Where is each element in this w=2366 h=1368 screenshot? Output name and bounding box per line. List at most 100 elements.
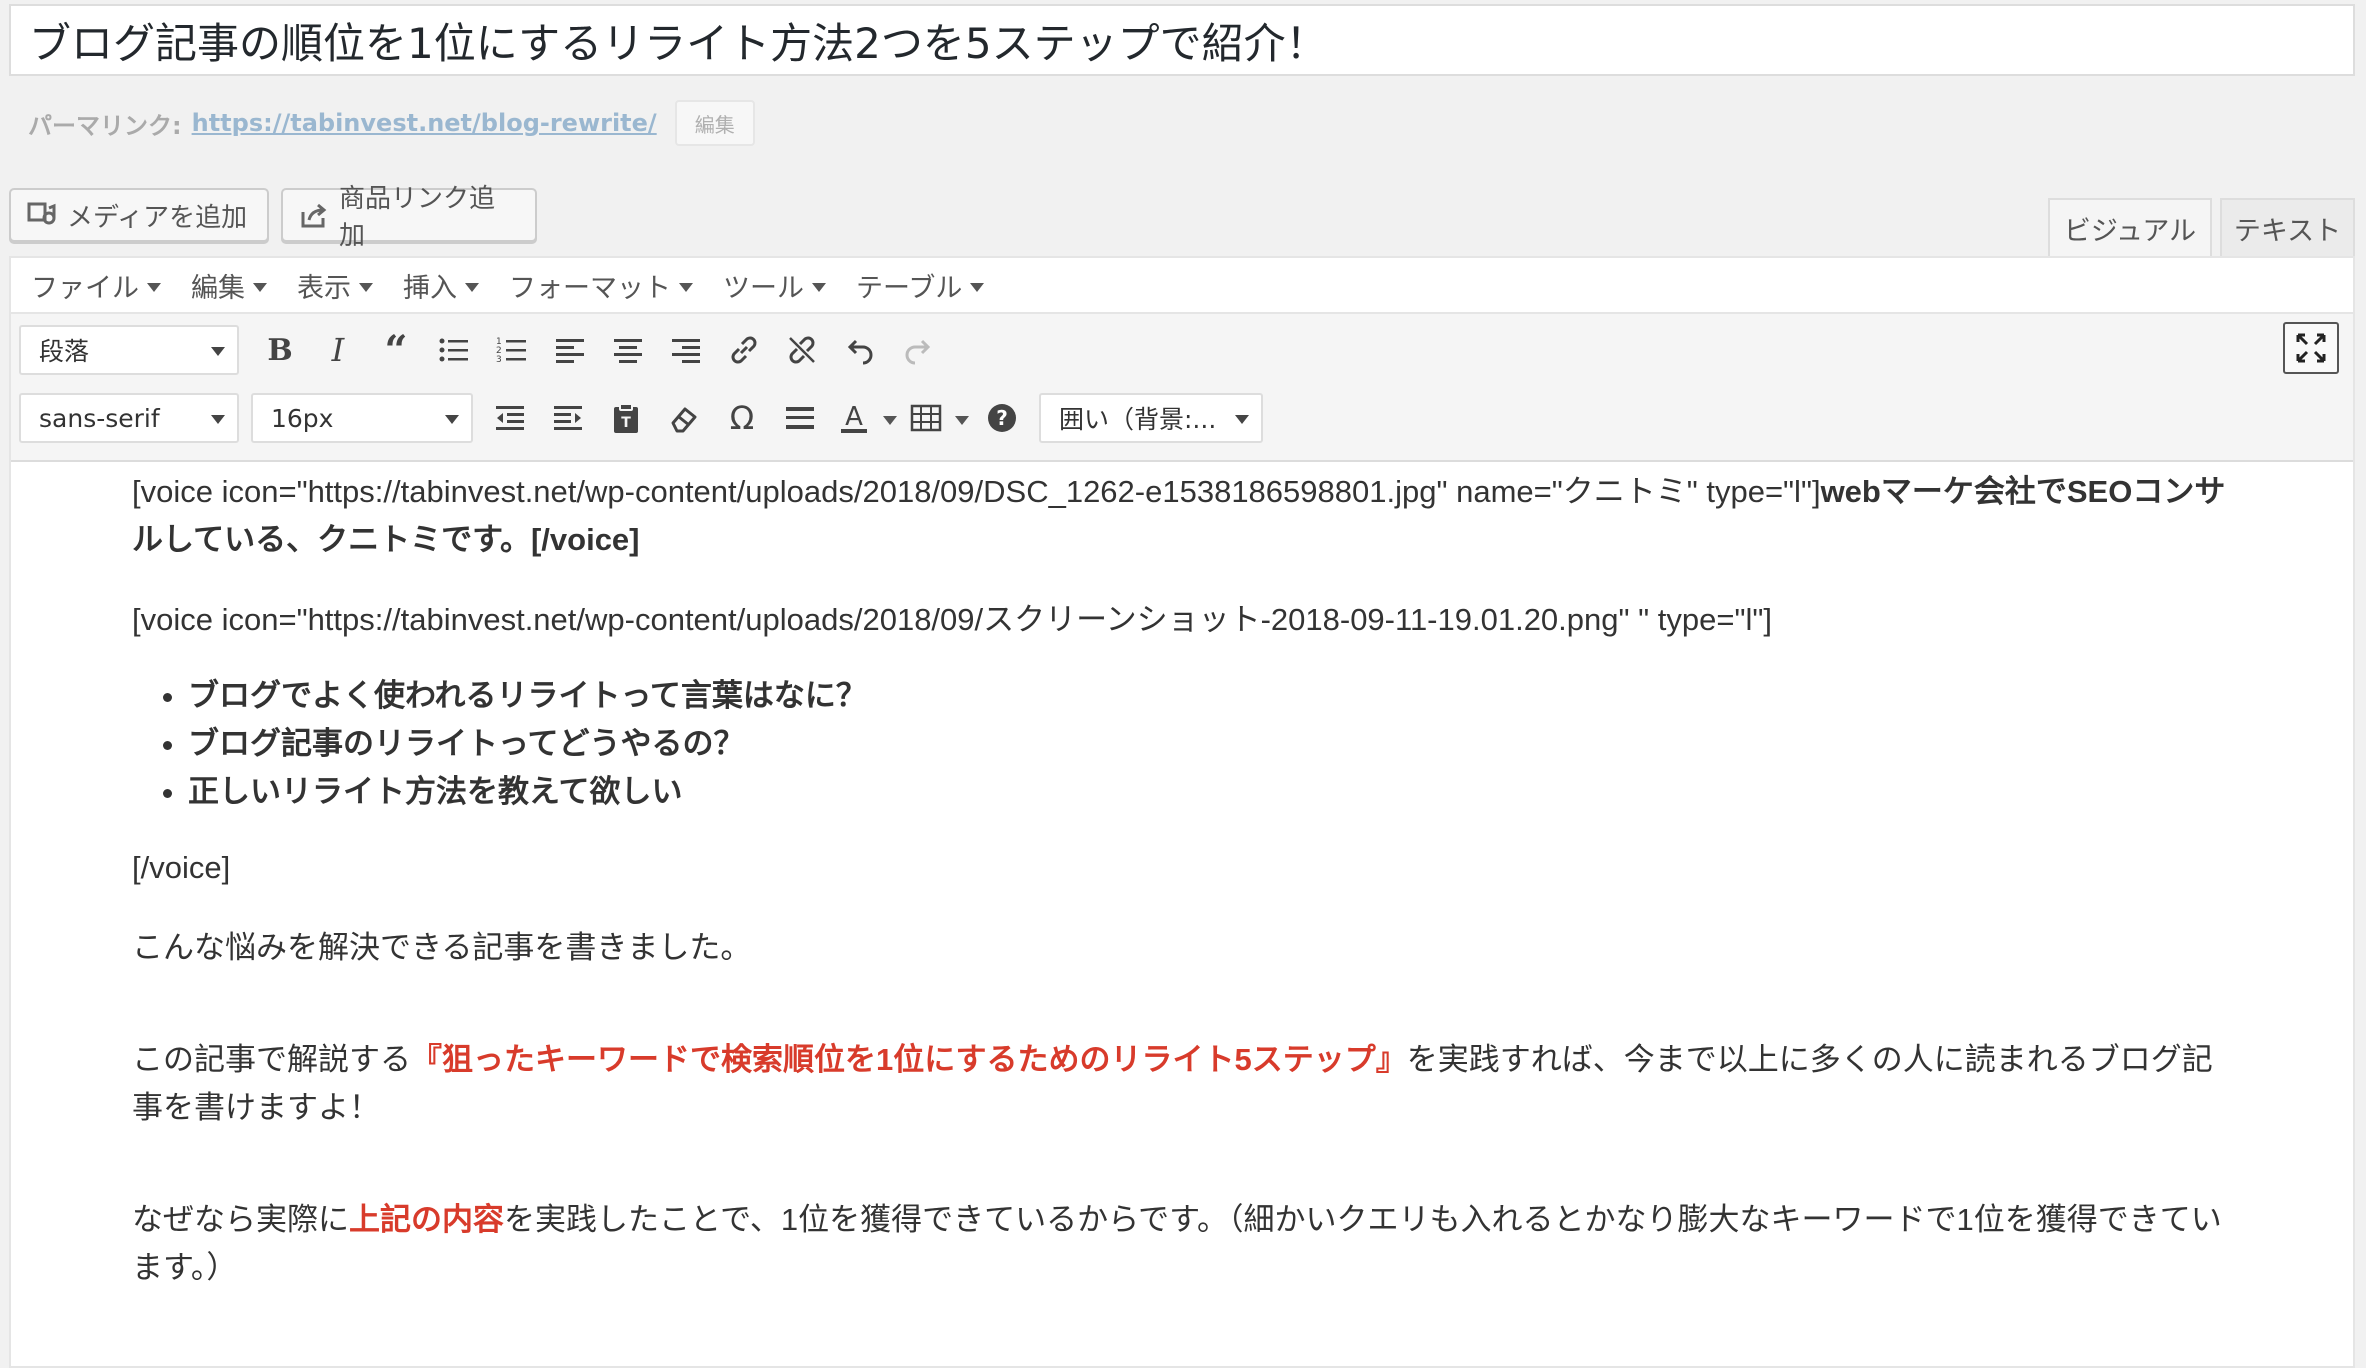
chevron-down-icon (253, 282, 267, 292)
question-list: ブログでよく使われるリライトって言葉はなに？ ブログ記事のリライトってどうやるの… (132, 672, 2242, 816)
redo-icon (905, 339, 931, 365)
paragraph-3-highlight: 上記の内容 (349, 1202, 504, 1237)
blockquote-button[interactable]: “ (367, 324, 425, 376)
add-media-button[interactable]: メディアを追加 (9, 188, 269, 242)
redo-button[interactable] (889, 324, 947, 376)
list-item: ブログでよく使われるリライトって言葉はなに？ (188, 672, 2242, 720)
tab-text-label: テキスト (2233, 215, 2342, 247)
paragraph-format-select[interactable]: 段落 (19, 325, 239, 375)
svg-text:?: ? (996, 406, 1008, 430)
paragraph-3: なぜなら実際に上記の内容を実践したことで、1位を獲得できているからです。（細かい… (132, 1196, 2242, 1292)
undo-button[interactable] (831, 324, 889, 376)
paste-text-button[interactable]: T (597, 392, 655, 444)
align-right-button[interactable] (657, 324, 715, 376)
text-color-button[interactable]: A (829, 392, 879, 444)
menu-insert[interactable]: 挿入 (403, 266, 479, 305)
table-button[interactable] (901, 392, 951, 444)
tab-text[interactable]: テキスト (2220, 198, 2355, 256)
menu-tools[interactable]: ツール (723, 266, 826, 305)
add-product-link-button[interactable]: 商品リンク追加 (281, 184, 537, 251)
permalink-edit-button[interactable]: 編集 (674, 100, 755, 146)
add-product-link-label: 商品リンク追加 (339, 184, 496, 251)
svg-text:3: 3 (496, 355, 502, 365)
media-icon (27, 202, 56, 225)
italic-button[interactable]: I (309, 324, 367, 376)
quote-icon: “ (384, 326, 408, 374)
editor-menubar: ファイル 編集 表示 挿入 フォーマット ツール テーブル (11, 258, 2353, 314)
align-center-button[interactable] (599, 324, 657, 376)
menu-view[interactable]: 表示 (297, 266, 373, 305)
outdent-icon (496, 406, 524, 430)
remove-link-button[interactable] (773, 324, 831, 376)
eraser-icon (671, 407, 697, 433)
box-style-select[interactable]: 囲い（背景:... (1039, 393, 1263, 443)
menu-format[interactable]: フォーマット (509, 266, 693, 305)
chevron-down-icon (359, 282, 373, 292)
menu-tools-label: ツール (723, 272, 804, 304)
menu-table-label: テーブル (856, 272, 963, 304)
text-color-icon: A (841, 402, 867, 433)
font-family-value: sans-serif (39, 403, 160, 433)
chevron-down-icon (812, 282, 826, 292)
clear-formatting-button[interactable] (655, 392, 713, 444)
align-left-button[interactable] (541, 324, 599, 376)
tab-visual[interactable]: ビジュアル (2048, 198, 2212, 256)
voice-close: [/voice] (132, 850, 231, 885)
insert-link-button[interactable] (715, 324, 773, 376)
chevron-down-icon (679, 282, 693, 292)
indent-icon (554, 406, 582, 430)
add-media-label: メディアを追加 (67, 202, 248, 233)
fullscreen-button[interactable] (2283, 322, 2339, 374)
fullscreen-icon (2296, 333, 2326, 363)
permalink-label: パーマリンク: (28, 111, 182, 140)
help-button[interactable]: ? (973, 392, 1031, 444)
menu-edit[interactable]: 編集 (191, 266, 267, 305)
indent-button[interactable] (539, 392, 597, 444)
menu-view-label: 表示 (297, 272, 351, 304)
font-size-select[interactable]: 16px (251, 393, 473, 443)
horizontal-line-icon (786, 407, 814, 429)
chevron-down-icon (211, 346, 225, 356)
post-title-input[interactable]: ブログ記事の順位を1位にするリライト方法2つを5ステップで紹介！ (9, 4, 2355, 76)
share-icon (301, 203, 327, 228)
editor-toolbar: 段落 B I “ 123 sans-serif 16px T Ω A ? 囲い（… (11, 314, 2353, 462)
table-icon (910, 404, 942, 432)
permalink-url[interactable]: https://tabinvest.net/blog-rewrite/ (192, 109, 657, 137)
outdent-button[interactable] (481, 392, 539, 444)
unlink-icon (789, 336, 815, 364)
clipboard-icon: T (614, 403, 638, 433)
menu-file[interactable]: ファイル (31, 266, 161, 305)
editor-frame: ファイル 編集 表示 挿入 フォーマット ツール テーブル 段落 B I “ 1… (9, 256, 2355, 1368)
horizontal-line-button[interactable] (771, 392, 829, 444)
toolbar-row-2: sans-serif 16px T Ω A ? 囲い（背景:... (19, 392, 1263, 444)
chevron-down-icon (1235, 414, 1249, 424)
voice-block-1: [voice icon="https://tabinvest.net/wp-co… (132, 468, 2242, 564)
special-character-button[interactable]: Ω (713, 392, 771, 444)
bullet-list-button[interactable] (425, 324, 483, 376)
menu-table[interactable]: テーブル (856, 266, 985, 305)
editor-content[interactable]: [voice icon="https://tabinvest.net/wp-co… (132, 462, 2242, 1292)
font-family-select[interactable]: sans-serif (19, 393, 239, 443)
link-icon (731, 336, 757, 364)
bullet-list-icon (439, 338, 468, 362)
menu-insert-label: 挿入 (403, 272, 457, 304)
tab-visual-label: ビジュアル (2063, 215, 2197, 247)
svg-text:A: A (845, 402, 863, 432)
omega-icon: Ω (729, 399, 755, 437)
voice-1-shortcode: [voice icon="https://tabinvest.net/wp-co… (132, 474, 1821, 509)
bold-button[interactable]: B (251, 324, 309, 376)
chevron-down-icon (970, 282, 985, 292)
paragraph-2: この記事で解説する『狙ったキーワードで検索順位を1位にするためのリライト5ステッ… (132, 1036, 2242, 1132)
align-left-icon (556, 339, 584, 363)
table-dropdown[interactable] (951, 392, 973, 444)
paragraph-1: こんな悩みを解決できる記事を書きました。 (132, 930, 752, 965)
toolbar-row-1: 段落 B I “ 123 (19, 324, 947, 376)
undo-icon (847, 339, 873, 365)
text-color-dropdown[interactable] (879, 392, 901, 444)
menu-file-label: ファイル (31, 272, 139, 304)
numbered-list-button[interactable]: 123 (483, 324, 541, 376)
list-item: ブログ記事のリライトってどうやるの？ (188, 720, 2242, 768)
chevron-down-icon (445, 414, 459, 424)
paragraph-2-pre: この記事で解説する (132, 1042, 411, 1077)
menu-edit-label: 編集 (191, 272, 245, 304)
